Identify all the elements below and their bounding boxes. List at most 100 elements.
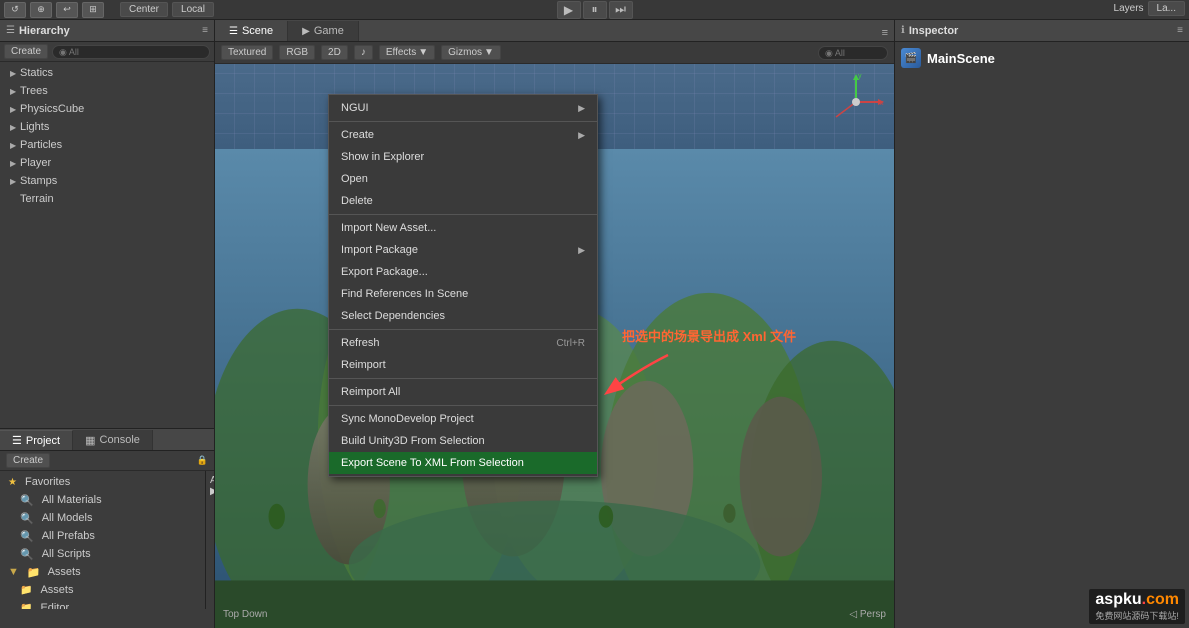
topdown-label: Top Down [223, 609, 267, 620]
context-reimport-all[interactable]: Reimport All [329, 381, 597, 403]
context-import-package[interactable]: Import Package▶ [329, 239, 597, 261]
toolbar-textured[interactable]: Textured [221, 45, 273, 60]
sidebar-all-materials[interactable]: 🔍All Materials [0, 491, 205, 509]
hierarchy-item-lights[interactable]: ▶Lights [0, 118, 214, 136]
context-sep-1 [329, 121, 597, 122]
hierarchy-toolbar: Create [0, 42, 214, 62]
context-refresh[interactable]: RefreshCtrl+R [329, 332, 597, 354]
tab-game[interactable]: ▶ Game [288, 21, 359, 41]
top-bar: ↺ ⊕ ↩ ⊞ Center Local ▶ ⏸ ⏭ Layers La... [0, 0, 1189, 20]
toolbar-btn-1[interactable]: ⊕ [30, 2, 52, 18]
sidebar-all-scripts[interactable]: 🔍All Scripts [0, 545, 205, 563]
toolbar-2d[interactable]: 2D [321, 45, 348, 60]
context-open[interactable]: Open [329, 168, 597, 190]
assets-main: Assets ▶ 📁Assets 📁Editor 📁NGUI 📁Prefab [206, 471, 214, 609]
context-build-unity3d[interactable]: Build Unity3D From Selection [329, 430, 597, 452]
context-delete[interactable]: Delete [329, 190, 597, 212]
layers-dropdown[interactable]: La... [1148, 1, 1185, 16]
toolbar-rgb[interactable]: RGB [279, 45, 315, 60]
scene-panel-menu[interactable]: ≡ [876, 25, 894, 41]
hierarchy-item-stamps[interactable]: ▶Stamps [0, 172, 214, 190]
sidebar-all-models[interactable]: 🔍All Models [0, 509, 205, 527]
play-button[interactable]: ▶ [557, 1, 581, 19]
hierarchy-item-terrain[interactable]: ▶Terrain [0, 190, 214, 208]
toolbar-btn-0[interactable]: ↺ [4, 2, 26, 18]
scene-icon-badge: 🎬 [901, 48, 921, 68]
context-reimport[interactable]: Reimport [329, 354, 597, 376]
context-sep-2 [329, 214, 597, 215]
svg-text:y: y [858, 73, 862, 80]
inspector-title: Inspector [909, 25, 1173, 37]
inspector-icon: ℹ [901, 25, 905, 36]
scene-gizmo[interactable]: y x [826, 72, 886, 132]
local-toggle[interactable]: Local [172, 2, 214, 17]
project-toolbar: Create 🔒 [0, 451, 214, 471]
scene-search[interactable] [818, 46, 888, 60]
sidebar-assets-folder[interactable]: 📁Assets [0, 581, 205, 599]
toolbar-effects[interactable]: Effects ▼ [379, 45, 435, 60]
hierarchy-create-btn[interactable]: Create [4, 44, 48, 59]
inspector-content: 🎬 MainScene [895, 42, 1189, 628]
asset-folder-ngui[interactable]: 📁NGUI [210, 533, 214, 551]
context-export-package[interactable]: Export Package... [329, 261, 597, 283]
pause-button[interactable]: ⏸ [583, 1, 607, 19]
scene-toolbar: Textured RGB 2D ♪ Effects ▼ Gizmos ▼ [215, 42, 894, 64]
hierarchy-header: ☰ Hierarchy ≡ [0, 20, 214, 42]
assets-sidebar: ★Favorites 🔍All Materials 🔍All Models 🔍A… [0, 471, 206, 609]
context-ngui[interactable]: NGUI▶ [329, 97, 597, 119]
asset-folder-editor[interactable]: 📁Editor [210, 513, 214, 531]
context-sync-monodevelop[interactable]: Sync MonoDevelop Project [329, 408, 597, 430]
context-show-in-explorer[interactable]: Show in Explorer [329, 146, 597, 168]
left-panel: ☰ Hierarchy ≡ Create ▶Statics ▶Trees ▶Ph… [0, 20, 215, 628]
context-sep-4 [329, 378, 597, 379]
sidebar-all-prefabs[interactable]: 🔍All Prefabs [0, 527, 205, 545]
sidebar-assets-root[interactable]: ▼ 📁 Assets [0, 563, 205, 581]
sidebar-editor-folder[interactable]: 📁Editor [0, 599, 205, 609]
center-toggle[interactable]: Center [120, 2, 168, 17]
layers-area: Layers La... [1114, 1, 1185, 16]
asset-folder-assets[interactable]: 📁Assets [210, 493, 214, 511]
project-create-btn[interactable]: Create [6, 453, 50, 468]
hierarchy-item-statics[interactable]: ▶Statics [0, 64, 214, 82]
sidebar-favorites[interactable]: ★Favorites [0, 473, 205, 491]
context-find-references[interactable]: Find References In Scene [329, 283, 597, 305]
hierarchy-item-particles[interactable]: ▶Particles [0, 136, 214, 154]
toolbar-audio[interactable]: ♪ [354, 45, 373, 60]
context-import-new-asset[interactable]: Import New Asset... [329, 217, 597, 239]
tab-console[interactable]: ▦ Console [73, 430, 153, 450]
tab-scene[interactable]: ☰ Scene [215, 21, 288, 41]
context-sep-3 [329, 329, 597, 330]
hierarchy-menu-btn[interactable]: ≡ [202, 25, 208, 36]
svg-text:x: x [880, 100, 884, 107]
persp-label: ◁ Persp [849, 609, 886, 620]
hierarchy-item-player[interactable]: ▶Player [0, 154, 214, 172]
project-tab-bar: ☰ Project ▦ Console [0, 429, 214, 451]
asset-folder-scripts[interactable]: 📁Scripts [210, 573, 214, 591]
hierarchy-content: ▶Statics ▶Trees ▶PhysicsCube ▶Lights ▶Pa… [0, 62, 214, 428]
hierarchy-item-trees[interactable]: ▶Trees [0, 82, 214, 100]
watermark-subtitle: 免费网站源码下载站! [1095, 609, 1179, 622]
right-panel: ℹ Inspector ≡ 🎬 MainScene [894, 20, 1189, 628]
toolbar-btn-3[interactable]: ⊞ [82, 2, 104, 18]
play-controls: ▶ ⏸ ⏭ [557, 1, 633, 19]
toolbar-btn-2[interactable]: ↩ [56, 2, 78, 18]
inspector-menu-btn[interactable]: ≡ [1177, 25, 1183, 36]
assets-pane: ★Favorites 🔍All Materials 🔍All Models 🔍A… [0, 471, 214, 609]
watermark-com: com [1146, 591, 1179, 609]
scene-tabs: ☰ Scene ▶ Game ≡ [215, 20, 894, 42]
hierarchy-icon: ☰ [6, 25, 15, 36]
context-select-dependencies[interactable]: Select Dependencies [329, 305, 597, 327]
step-button[interactable]: ⏭ [609, 1, 633, 19]
asset-folder-prefabs[interactable]: 📁Prefabs [210, 553, 214, 571]
watermark: aspku . com 免费网站源码下载站! [1089, 589, 1185, 624]
inspector-header: ℹ Inspector ≡ [895, 20, 1189, 42]
watermark-aspku: aspku [1095, 591, 1141, 609]
hierarchy-item-physicscube[interactable]: ▶PhysicsCube [0, 100, 214, 118]
tab-project[interactable]: ☰ Project [0, 430, 73, 450]
toolbar-gizmos[interactable]: Gizmos ▼ [441, 45, 501, 60]
context-menu: NGUI▶ Create▶ Show in Explorer Open Dele… [328, 94, 598, 477]
context-sep-5 [329, 405, 597, 406]
hierarchy-search[interactable] [52, 45, 210, 59]
context-create[interactable]: Create▶ [329, 124, 597, 146]
context-export-scene-xml[interactable]: Export Scene To XML From Selection [329, 452, 597, 474]
